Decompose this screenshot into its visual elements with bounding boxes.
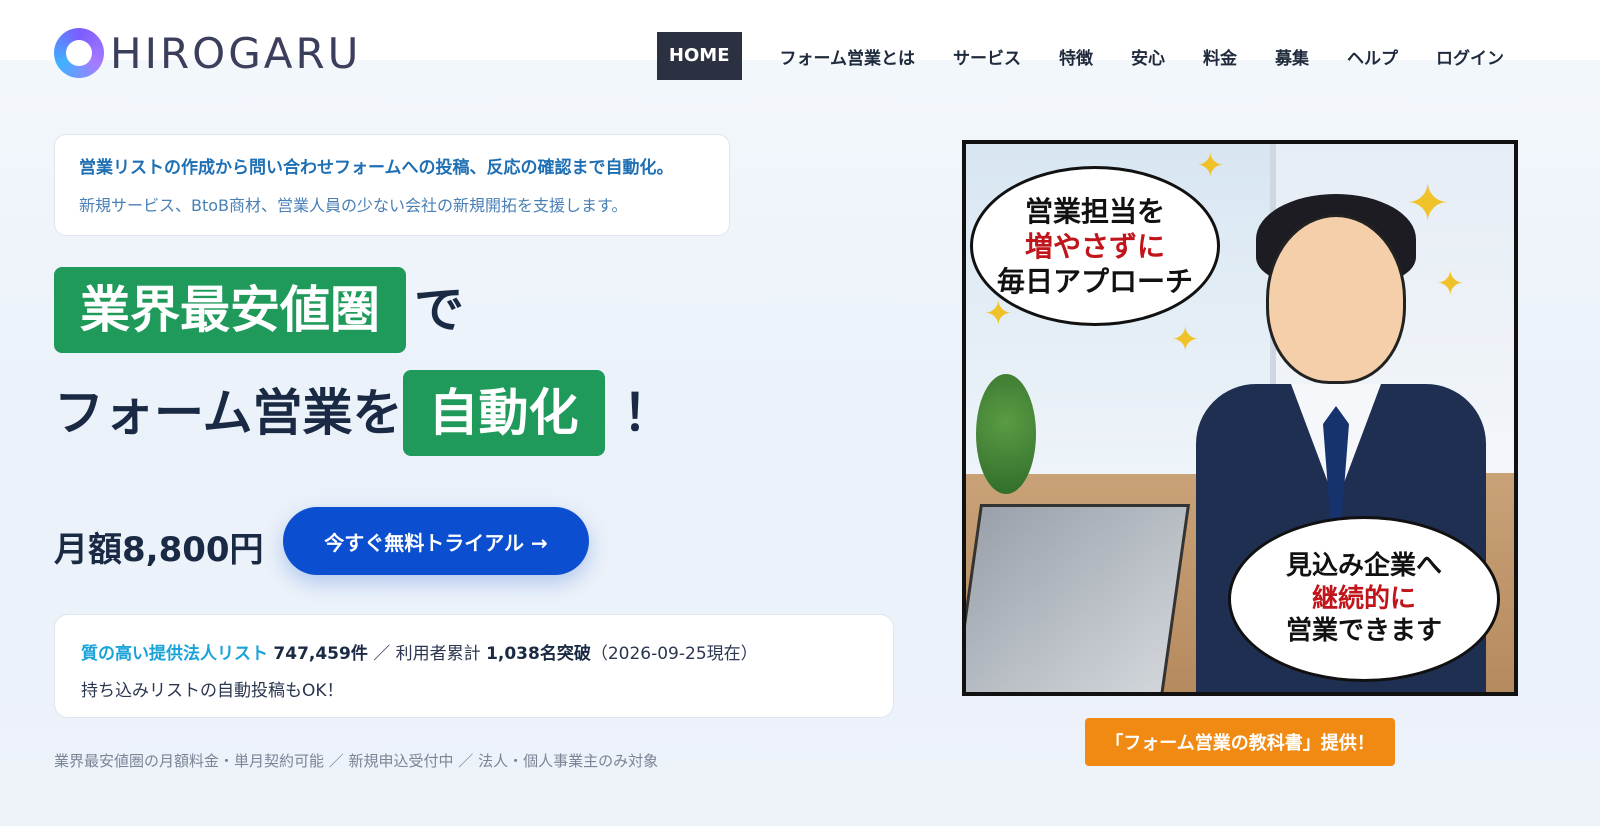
speech-bubble-bottom: 見込み企業へ 継続的に 営業できます bbox=[1228, 516, 1500, 682]
headline-highlight-lowest-price: 業界最安値圏 bbox=[54, 267, 406, 353]
sparkle-icon: ✦ bbox=[1196, 146, 1225, 186]
nav-safety[interactable]: 安心 bbox=[1131, 44, 1165, 69]
list-count: 747,459件 bbox=[273, 644, 368, 664]
users-label: 利用者累計 bbox=[395, 644, 481, 664]
nav-service[interactable]: サービス bbox=[953, 44, 1021, 69]
stats-separator: ／ bbox=[373, 644, 391, 664]
textbook-badge[interactable]: 「フォーム営業の教科書」提供！ bbox=[1085, 718, 1395, 766]
logo-text: HIROGARU bbox=[110, 28, 362, 78]
character-head bbox=[1266, 214, 1406, 384]
sparkle-icon: ✦ bbox=[1436, 264, 1465, 304]
users-count: 1,038名突破 bbox=[486, 644, 591, 664]
hero-headline-line1: 業界最安値圏 で bbox=[54, 267, 464, 353]
nav-home[interactable]: HOME bbox=[656, 32, 742, 80]
headline-text-form-sales: フォーム営業を bbox=[54, 384, 403, 442]
main-nav: HOME フォーム営業とは サービス 特徴 安心 料金 募集 ヘルプ ログイン bbox=[656, 32, 1504, 80]
nav-help[interactable]: ヘルプ bbox=[1347, 44, 1398, 69]
headline-text-de: で bbox=[414, 281, 464, 339]
sparkle-icon: ✦ bbox=[1171, 320, 1200, 360]
site-logo[interactable]: HIROGARU bbox=[54, 28, 361, 78]
intro-card: 営業リストの作成から問い合わせフォームへの投稿、反応の確認まで自動化。 新規サー… bbox=[54, 134, 730, 236]
nav-pricing[interactable]: 料金 bbox=[1203, 44, 1237, 69]
nav-recruit[interactable]: 募集 bbox=[1275, 44, 1309, 69]
bubble1-line3: 毎日アプローチ bbox=[996, 264, 1193, 298]
bring-own-list-note: 持ち込みリストの自動投稿もOK！ bbox=[81, 681, 344, 701]
list-label: 質の高い提供法人リスト bbox=[81, 644, 268, 664]
monthly-price: 月額8,800円 bbox=[54, 530, 264, 570]
free-trial-button[interactable]: 今すぐ無料トライアル → bbox=[283, 507, 589, 575]
bubble1-line2: 増やさずに bbox=[1024, 229, 1165, 263]
footnote: 業界最安値圏の月額料金・単月契約可能 ／ 新規申込受付中 ／ 法人・個人事業主の… bbox=[54, 752, 659, 770]
bubble2-line3: 営業できます bbox=[1285, 616, 1442, 647]
logo-icon bbox=[54, 28, 104, 78]
nav-features[interactable]: 特徴 bbox=[1059, 44, 1093, 69]
bubble2-line2: 継続的に bbox=[1311, 583, 1416, 614]
intro-headline: 営業リストの作成から問い合わせフォームへの投稿、反応の確認まで自動化。 bbox=[79, 158, 674, 178]
sparkle-icon: ✦ bbox=[1406, 174, 1450, 234]
stats-line: 質の高い提供法人リスト 747,459件 ／ 利用者累計 1,038名突破（20… bbox=[81, 639, 867, 664]
nav-form-sales[interactable]: フォーム営業とは bbox=[780, 44, 916, 69]
speech-bubble-top: 営業担当を 増やさずに 毎日アプローチ bbox=[970, 166, 1220, 326]
hero-headline-line2: フォーム営業を 自動化 ！ bbox=[54, 370, 673, 456]
laptop-image bbox=[966, 504, 1191, 692]
bubble1-line1: 営業担当を bbox=[1024, 194, 1165, 228]
stats-card: 質の高い提供法人リスト 747,459件 ／ 利用者累計 1,038名突破（20… bbox=[54, 614, 894, 718]
intro-subtext: 新規サービス、BtoB商材、営業人員の少ない会社の新規開拓を支援します。 bbox=[79, 196, 628, 215]
headline-highlight-automation: 自動化 bbox=[402, 370, 605, 456]
bubble2-line1: 見込み企業へ bbox=[1285, 551, 1442, 582]
nav-login[interactable]: ログイン bbox=[1436, 44, 1504, 69]
headline-exclamation: ！ bbox=[622, 384, 673, 442]
stats-date: （2026-09-25現在） bbox=[590, 644, 758, 664]
hero-illustration: ✦ ✦ ✦ ✦ ✦ 営業担当を 増やさずに 毎日アプローチ 見込み企業へ 継続的… bbox=[962, 140, 1518, 696]
plant-image bbox=[976, 374, 1036, 494]
